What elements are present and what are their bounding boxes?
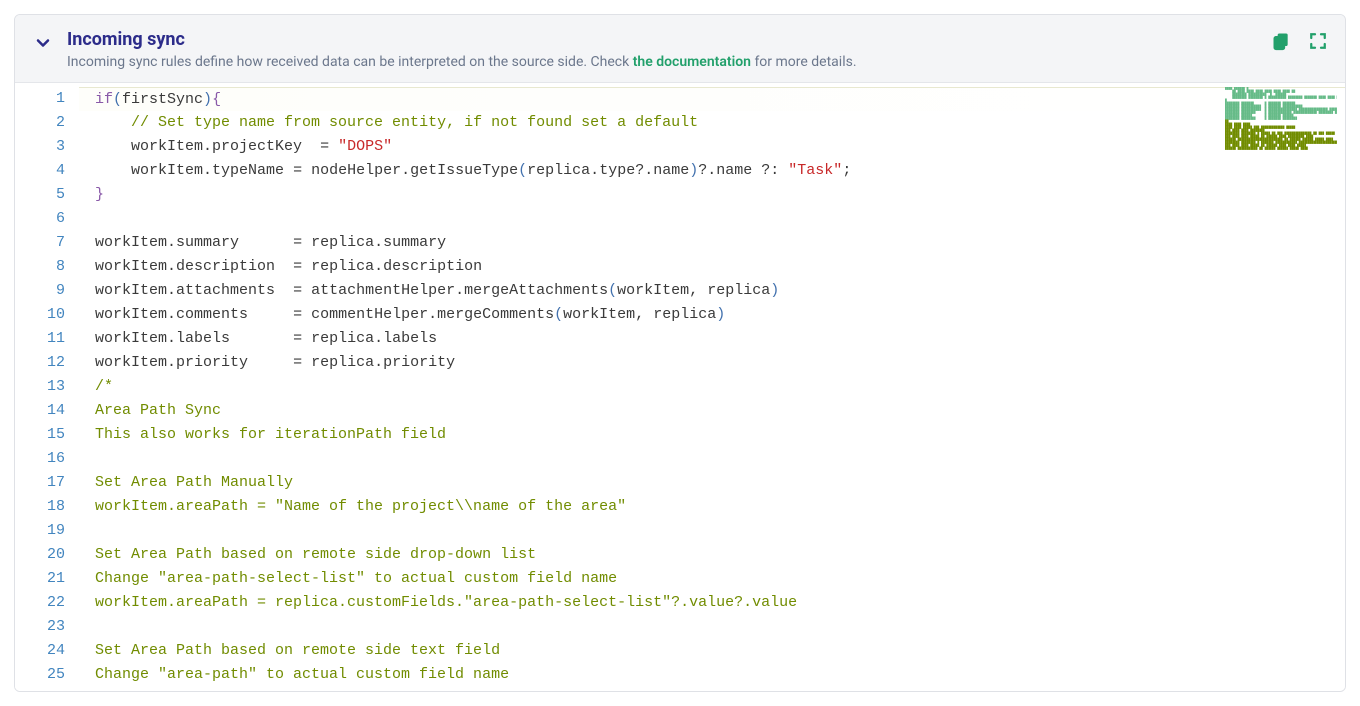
copy-button[interactable]: [1271, 31, 1291, 51]
panel-title: Incoming sync: [67, 29, 1257, 50]
line-number: 9: [19, 279, 65, 303]
line-number: 10: [19, 303, 65, 327]
copy-icon: [1271, 31, 1291, 51]
line-number: 23: [19, 615, 65, 639]
line-number: 19: [19, 519, 65, 543]
line-number-gutter: 1234567891011121314151617181920212223242…: [15, 83, 79, 691]
expand-icon: [1309, 32, 1327, 50]
code-line[interactable]: [79, 519, 1345, 543]
line-number: 5: [19, 183, 65, 207]
code-line[interactable]: Change "area-path-select-list" to actual…: [79, 567, 1345, 591]
code-line[interactable]: workItem.summary = replica.summary: [79, 231, 1345, 255]
code-line[interactable]: workItem.typeName = nodeHelper.getIssueT…: [79, 159, 1345, 183]
panel-subtitle: Incoming sync rules define how received …: [67, 54, 1257, 70]
line-number: 13: [19, 375, 65, 399]
code-line[interactable]: workItem.comments = commentHelper.mergeC…: [79, 303, 1345, 327]
code-content[interactable]: if(firstSync){ // Set type name from sou…: [79, 83, 1345, 691]
line-number: 20: [19, 543, 65, 567]
code-editor[interactable]: 1234567891011121314151617181920212223242…: [15, 83, 1345, 691]
code-line[interactable]: }: [79, 183, 1345, 207]
code-line[interactable]: Area Path Sync: [79, 399, 1345, 423]
code-line[interactable]: workItem.labels = replica.labels: [79, 327, 1345, 351]
panel-header: Incoming sync Incoming sync rules define…: [15, 15, 1345, 83]
subtitle-pre: Incoming sync rules define how received …: [67, 54, 633, 70]
code-line[interactable]: Set Area Path Manually: [79, 471, 1345, 495]
line-number: 3: [19, 135, 65, 159]
line-number: 16: [19, 447, 65, 471]
line-number: 8: [19, 255, 65, 279]
code-line[interactable]: workItem.areaPath = "Name of the project…: [79, 495, 1345, 519]
line-number: 4: [19, 159, 65, 183]
line-number: 11: [19, 327, 65, 351]
code-line[interactable]: if(firstSync){: [79, 87, 1345, 111]
header-actions: [1271, 31, 1327, 51]
code-line[interactable]: Set Area Path based on remote side text …: [79, 639, 1345, 663]
subtitle-post: for more details.: [751, 54, 857, 70]
code-line[interactable]: workItem.description = replica.descripti…: [79, 255, 1345, 279]
code-line[interactable]: workItem.areaPath = replica.customFields…: [79, 591, 1345, 615]
line-number: 24: [19, 639, 65, 663]
line-number: 6: [19, 207, 65, 231]
code-line[interactable]: [79, 615, 1345, 639]
code-line[interactable]: Change "area-path" to actual custom fiel…: [79, 663, 1345, 687]
line-number: 15: [19, 423, 65, 447]
code-line[interactable]: workItem.projectKey = "DOPS": [79, 135, 1345, 159]
sync-rules-panel: Incoming sync Incoming sync rules define…: [14, 14, 1346, 692]
line-number: 7: [19, 231, 65, 255]
collapse-toggle[interactable]: [33, 33, 53, 57]
line-number: 21: [19, 567, 65, 591]
fullscreen-button[interactable]: [1309, 32, 1327, 50]
line-number: 14: [19, 399, 65, 423]
line-number: 18: [19, 495, 65, 519]
documentation-link[interactable]: the documentation: [633, 54, 751, 70]
code-line[interactable]: [79, 207, 1345, 231]
code-line[interactable]: Set Area Path based on remote side drop-…: [79, 543, 1345, 567]
line-number: 12: [19, 351, 65, 375]
code-line[interactable]: // Set type name from source entity, if …: [79, 111, 1345, 135]
line-number: 22: [19, 591, 65, 615]
code-line[interactable]: This also works for iterationPath field: [79, 423, 1345, 447]
code-line[interactable]: /*: [79, 375, 1345, 399]
code-line[interactable]: workItem.attachments = attachmentHelper.…: [79, 279, 1345, 303]
chevron-down-icon: [33, 33, 53, 53]
code-line[interactable]: [79, 447, 1345, 471]
line-number: 17: [19, 471, 65, 495]
line-number: 1: [19, 87, 65, 111]
line-number: 2: [19, 111, 65, 135]
line-number: 25: [19, 663, 65, 687]
header-text: Incoming sync Incoming sync rules define…: [67, 29, 1257, 70]
code-line[interactable]: workItem.priority = replica.priority: [79, 351, 1345, 375]
